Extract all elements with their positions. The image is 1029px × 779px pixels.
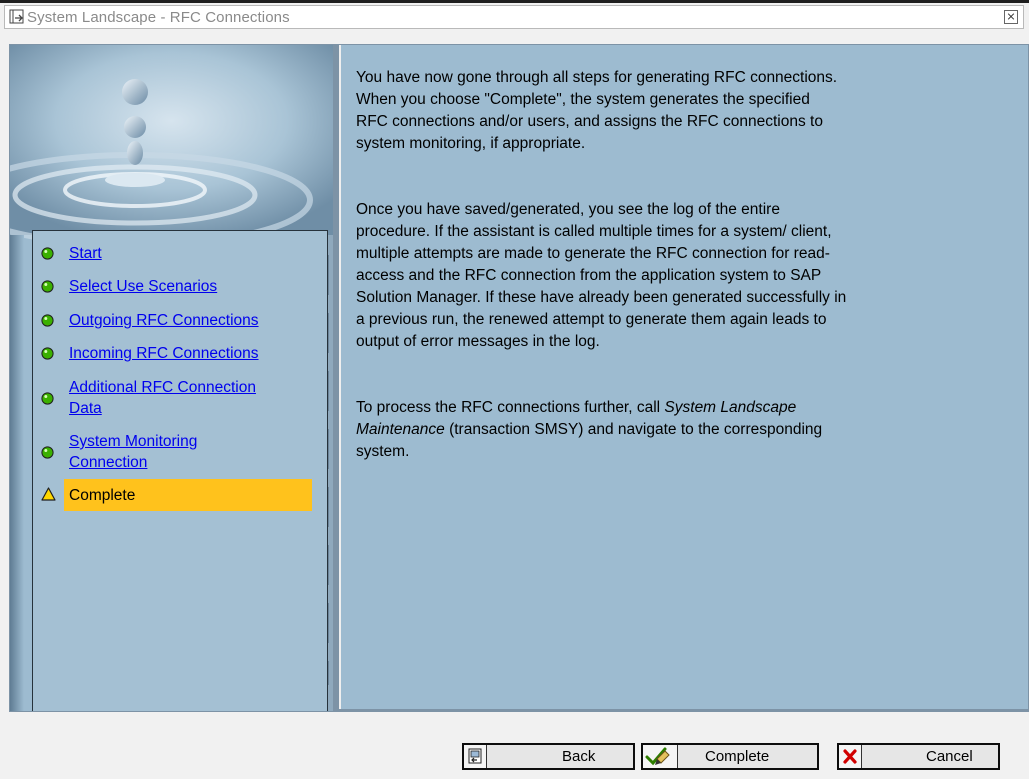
step-label-line-2[interactable]: Data xyxy=(69,398,102,419)
text-segment: To process the RFC connections further, … xyxy=(356,399,665,416)
cancel-button-label: Cancel xyxy=(926,748,973,765)
text-line: procedure. If the assistant is called mu… xyxy=(356,223,832,240)
text-line: multiple attempts are made to generate t… xyxy=(356,245,830,262)
text-line: Solution Manager. If these have already … xyxy=(356,289,847,306)
text-segment: (transaction SMSY) and navigate to the c… xyxy=(444,421,823,438)
green-dot-icon xyxy=(41,392,54,405)
text-italic: System Landscape xyxy=(664,399,797,416)
paragraph-further-processing: To process the RFC connections further, … xyxy=(356,397,996,463)
window-titlebar: System Landscape - RFC Connections xyxy=(4,5,1024,29)
green-dot-icon xyxy=(41,280,54,293)
cancel-button[interactable]: Cancel xyxy=(837,743,1000,770)
step-label: Complete xyxy=(69,487,136,504)
step-label[interactable]: Start xyxy=(69,243,102,264)
complete-button-label: Complete xyxy=(705,748,770,765)
green-dot-icon xyxy=(41,446,54,459)
text-line: access and the RFC connection from the a… xyxy=(356,267,822,284)
paragraph-intro: You have now gone through all steps for … xyxy=(356,67,996,155)
text-line: When you choose "Complete", the system g… xyxy=(356,91,810,108)
text-line: RFC connections and/or users, and assign… xyxy=(356,113,823,130)
navigation-panel: Start Select Use Scenarios Outgoing RFC … xyxy=(10,45,333,711)
green-dot-icon xyxy=(41,247,54,260)
window-top-edge xyxy=(0,0,1029,3)
back-button-label: Back xyxy=(562,748,596,765)
step-label[interactable]: Select Use Scenarios xyxy=(69,276,217,297)
text-line: a previous run, the renewed attempt to g… xyxy=(356,311,827,328)
step-label[interactable]: Incoming RFC Connections xyxy=(69,343,259,364)
text-line: system. xyxy=(356,443,410,460)
step-label-line-2[interactable]: Connection xyxy=(69,452,147,473)
steps-list: Start Select Use Scenarios Outgoing RFC … xyxy=(32,230,328,711)
close-icon[interactable] xyxy=(1004,10,1018,24)
text-line: Maintenance (transaction SMSY) and navig… xyxy=(356,419,996,441)
warning-triangle-icon xyxy=(41,487,56,501)
back-icon xyxy=(464,745,487,768)
text-line: system monitoring, if appropriate. xyxy=(356,135,586,152)
green-dot-icon xyxy=(41,314,54,327)
content-panel: You have now gone through all steps for … xyxy=(339,45,1028,709)
dialog-icon xyxy=(9,9,24,24)
step-label[interactable]: Outgoing RFC Connections xyxy=(69,310,259,331)
text-line: You have now gone through all steps for … xyxy=(356,69,838,86)
text-line: To process the RFC connections further, … xyxy=(356,397,996,419)
step-label-line-1[interactable]: System Monitoring xyxy=(69,431,197,452)
back-button[interactable]: Back xyxy=(462,743,635,770)
text-italic: Maintenance xyxy=(356,421,445,438)
text-line: Once you have saved/generated, you see t… xyxy=(356,201,780,218)
complete-button[interactable]: Complete xyxy=(641,743,819,770)
step-label-line-1[interactable]: Additional RFC Connection xyxy=(69,377,256,398)
checkmark-icon xyxy=(643,745,678,768)
text-line: output of error messages in the log. xyxy=(356,333,600,350)
window-title: System Landscape - RFC Connections xyxy=(27,9,290,26)
paragraph-log-info: Once you have saved/generated, you see t… xyxy=(356,199,996,353)
cancel-x-icon xyxy=(839,745,862,768)
green-dot-icon xyxy=(41,347,54,360)
